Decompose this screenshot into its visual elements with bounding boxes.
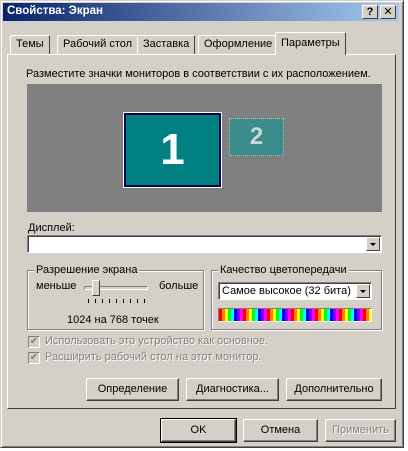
tab-appearance[interactable]: Оформление bbox=[198, 35, 279, 54]
tab-label: Темы bbox=[16, 38, 44, 50]
help-icon: ? bbox=[366, 6, 374, 18]
color-spectrum-preview bbox=[218, 308, 372, 322]
color-quality-select[interactable]: Самое высокое (32 бита) bbox=[218, 282, 372, 300]
monitor-arrangement-area[interactable]: 1 2 bbox=[27, 84, 382, 212]
resolution-more-label: больше bbox=[159, 280, 199, 292]
close-button[interactable]: ✕ bbox=[380, 5, 396, 19]
resolution-value: 1024 на 768 точек bbox=[67, 314, 159, 326]
chevron-down-icon[interactable] bbox=[356, 284, 370, 298]
primary-device-label: Использовать это устройство как основное… bbox=[45, 335, 269, 347]
monitor-number: 1 bbox=[160, 125, 185, 174]
extend-desktop-label: Расширить рабочий стол на этот монитор. bbox=[45, 351, 262, 363]
primary-device-checkbox[interactable]: ✔ bbox=[28, 336, 40, 348]
monitor-1[interactable]: 1 bbox=[123, 112, 222, 188]
tab-label: Оформление bbox=[204, 38, 273, 50]
checkmark-icon: ✔ bbox=[29, 336, 39, 347]
help-button[interactable]: ? bbox=[362, 5, 378, 19]
tab-desktop[interactable]: Рабочий стол bbox=[57, 35, 139, 54]
extend-desktop-checkbox[interactable]: ✔ bbox=[28, 352, 40, 364]
cancel-button[interactable]: Отмена bbox=[243, 419, 318, 442]
tab-settings[interactable]: Параметры bbox=[275, 32, 346, 55]
button-label: Диагностика... bbox=[196, 383, 269, 395]
tab-label: Заставка bbox=[143, 38, 190, 50]
resolution-less-label: меньше bbox=[36, 280, 77, 292]
resolution-slider-ticks bbox=[88, 299, 146, 303]
button-label: Отмена bbox=[260, 424, 301, 436]
monitor-number: 2 bbox=[249, 123, 264, 150]
button-label: Дополнительно bbox=[294, 383, 374, 395]
button-label: Применить bbox=[332, 424, 389, 436]
tab-themes[interactable]: Темы bbox=[10, 35, 50, 54]
identify-button[interactable]: Определение bbox=[86, 378, 179, 401]
advanced-button[interactable]: Дополнительно bbox=[286, 378, 382, 401]
chevron-down-icon[interactable] bbox=[366, 237, 380, 251]
color-quality-title: Качество цветопередачи bbox=[218, 264, 349, 276]
title-bar[interactable]: Свойства: Экран ? ✕ bbox=[3, 3, 399, 21]
display-select[interactable] bbox=[27, 235, 382, 253]
monitor-2[interactable]: 2 bbox=[229, 118, 284, 156]
screen-resolution-title: Разрешение экрана bbox=[34, 264, 140, 276]
apply-button[interactable]: Применить bbox=[325, 419, 396, 442]
close-icon: ✕ bbox=[383, 6, 393, 18]
color-quality-value: Самое высокое (32 бита) bbox=[222, 285, 351, 297]
tab-screensaver[interactable]: Заставка bbox=[137, 35, 196, 54]
button-label: OK bbox=[190, 424, 207, 436]
resolution-slider-thumb[interactable] bbox=[92, 280, 101, 296]
checkmark-icon: ✔ bbox=[29, 352, 39, 363]
tab-label: Рабочий стол bbox=[63, 38, 133, 50]
button-label: Определение bbox=[97, 383, 168, 395]
arrange-monitors-instruction: Разместите значки мониторов в соответств… bbox=[26, 68, 371, 80]
display-label: Дисплей: bbox=[28, 222, 75, 234]
troubleshoot-button[interactable]: Диагностика... bbox=[186, 378, 279, 401]
ok-button[interactable]: OK bbox=[160, 418, 237, 443]
window-title: Свойства: Экран bbox=[7, 5, 103, 17]
tab-label: Параметры bbox=[281, 37, 340, 49]
